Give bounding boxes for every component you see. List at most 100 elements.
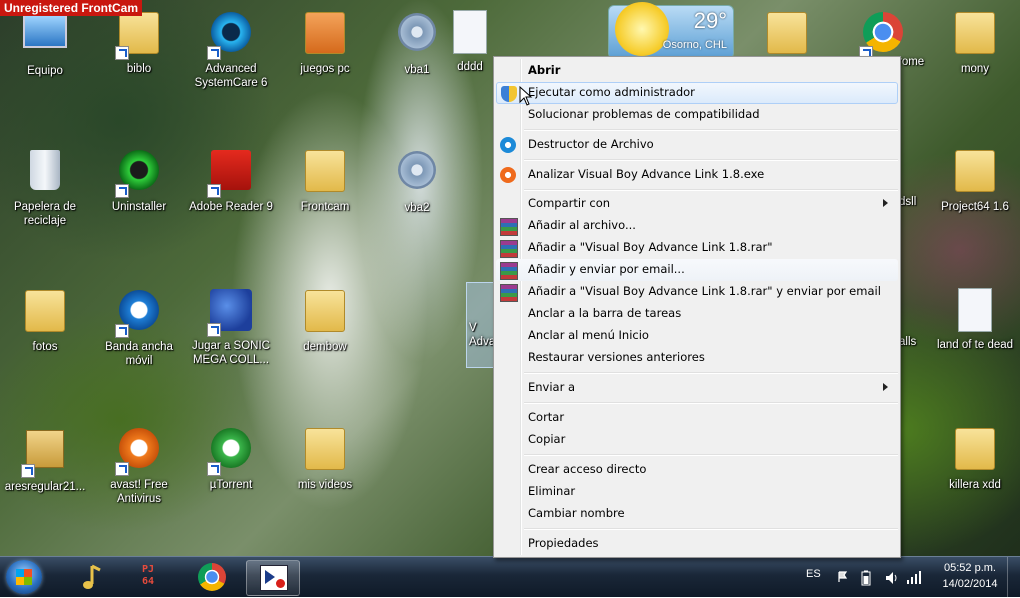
taskbar-app-frontcam[interactable] (246, 560, 300, 596)
menu-item-cambiar-nombre[interactable]: Cambiar nombre (496, 503, 898, 525)
mouse-cursor-icon (519, 86, 533, 106)
menu-separator (524, 159, 898, 161)
action-center-flag-icon[interactable] (838, 571, 848, 583)
desktop-icon-banda-ancha[interactable]: Banda ancha móvil (96, 286, 182, 368)
context-menu: Abrir Ejecutar como administrador Soluci… (493, 56, 901, 558)
document-icon (951, 288, 999, 336)
desktop-icon-vba2[interactable]: vba2 (374, 146, 460, 215)
desktop-icon-dsll-label: dsll (899, 196, 917, 208)
folder-icon (21, 290, 69, 338)
menu-item-enviar-a[interactable]: Enviar a (496, 377, 898, 399)
desktop-icon-equipo[interactable]: Equipo (2, 8, 88, 78)
folder-icon (301, 428, 349, 476)
submenu-arrow-icon (883, 383, 888, 391)
winrar-icon (500, 262, 518, 280)
ccleaner-icon (500, 137, 516, 153)
desktop-icon-biblo[interactable]: biblo (96, 8, 182, 76)
desktop-icon-chrome-label: rome (898, 56, 925, 68)
desktop-icon-dddd[interactable]: dddd (440, 8, 500, 74)
browser-e-icon (115, 290, 163, 338)
sun-icon (615, 2, 669, 56)
desktop-icon-mony[interactable]: mony (932, 8, 1018, 76)
document-icon (446, 10, 494, 58)
desktop-icon-utorrent[interactable]: µTorrent (188, 424, 274, 492)
desktop-icon-dembow[interactable]: dembow (282, 286, 368, 354)
menu-item-abrir[interactable]: Abrir (496, 60, 898, 82)
winrar-icon (500, 240, 518, 258)
settings-file-icon (393, 13, 441, 61)
frontcam-icon (260, 565, 288, 591)
menu-item-propiedades[interactable]: Propiedades (496, 533, 898, 555)
show-desktop-button[interactable] (1007, 557, 1020, 597)
menu-item-copiar[interactable]: Copiar (496, 429, 898, 451)
music-note-icon (83, 564, 101, 589)
weather-city: Osorno, CHL (662, 39, 727, 51)
volume-icon[interactable] (884, 570, 900, 586)
clock-date[interactable]: 14/02/2014 (938, 578, 1002, 590)
language-indicator[interactable]: ES (806, 568, 821, 580)
desktop-icon-land-of-te-dead[interactable]: land of te dead (932, 286, 1018, 352)
menu-item-eliminar[interactable]: Eliminar (496, 481, 898, 503)
chrome-icon (198, 563, 226, 591)
start-button[interactable] (6, 560, 42, 594)
chrome-icon (859, 12, 907, 60)
desktop-icon-folder-top[interactable] (744, 8, 830, 60)
taskbar: PJ 64 ES 05:52 p.m. 14/02/2014 (0, 556, 1020, 597)
folder-icon (301, 290, 349, 338)
desktop-icon-advanced-systemcare[interactable]: Advanced SystemCare 6 (188, 8, 274, 90)
desktop-icon-adobe-reader[interactable]: Adobe Reader 9 (188, 146, 274, 214)
weather-gadget[interactable]: 29° Osorno, CHL (608, 2, 734, 59)
menu-item-crear-acceso-directo[interactable]: Crear acceso directo (496, 459, 898, 481)
taskbar-app-project64[interactable]: PJ 64 (122, 560, 174, 594)
menu-separator (524, 129, 898, 131)
menu-separator (524, 528, 898, 530)
menu-item-cortar[interactable]: Cortar (496, 407, 898, 429)
taskbar-app-winamp[interactable] (66, 560, 118, 594)
desktop-icon-mis-videos[interactable]: mis videos (282, 424, 368, 492)
desktop-icon-sonic[interactable]: Jugar a SONIC MEGA COLL... (188, 286, 274, 367)
menu-item-anclar-menu-inicio[interactable]: Anclar al menú Inicio (496, 325, 898, 347)
menu-item-analizar[interactable]: Analizar Visual Boy Advance Link 1.8.exe (496, 164, 898, 186)
folder-icon (951, 428, 999, 476)
uac-shield-icon (501, 86, 517, 102)
winrar-icon (500, 284, 518, 302)
folder-icon (951, 150, 999, 198)
desktop-icon-project64[interactable]: Project64 1.6 (932, 146, 1018, 214)
clock-time[interactable]: 05:52 p.m. (938, 562, 1002, 574)
menu-item-destructor-de-archivo[interactable]: Destructor de Archivo (496, 134, 898, 156)
desktop-icon-frontcam[interactable]: Frontcam (282, 146, 368, 214)
menu-separator (524, 372, 898, 374)
uninstaller-icon (115, 150, 163, 198)
menu-item-restaurar-versiones[interactable]: Restaurar versiones anteriores (496, 347, 898, 369)
menu-item-anadir-a-rar[interactable]: Añadir a "Visual Boy Advance Link 1.8.ra… (496, 237, 898, 259)
menu-item-anadir-y-enviar[interactable]: Añadir y enviar por email... (496, 259, 898, 281)
network-signal-icon[interactable] (906, 569, 922, 585)
winrar-icon (500, 218, 518, 236)
menu-separator (524, 454, 898, 456)
desktop-icon-fotos[interactable]: fotos (2, 286, 88, 354)
project64-icon: PJ 64 (141, 564, 155, 587)
desktop-icon-uninstaller[interactable]: Uninstaller (96, 146, 182, 214)
desktop-icon-killera-xdd[interactable]: killera xdd (932, 424, 1018, 492)
computer-icon (21, 14, 69, 62)
sonic-icon (207, 289, 255, 337)
desktop-icon-recycle-bin[interactable]: Papelera de reciclaje (2, 146, 88, 228)
desktop-icon-juegos-pc[interactable]: juegos pc (282, 8, 368, 76)
watermark-label: Unregistered FrontCam (0, 0, 143, 16)
settings-file-icon (393, 151, 441, 199)
desktop-icon-visual-boy-advance-selected[interactable]: V Adva (466, 282, 496, 368)
library-folder-icon (115, 12, 163, 60)
menu-item-ejecutar-como-administrador[interactable]: Ejecutar como administrador (496, 82, 898, 104)
taskbar-app-chrome[interactable] (186, 560, 238, 594)
weather-temperature: 29° (693, 8, 727, 33)
menu-item-anadir-al-archivo[interactable]: Añadir al archivo... (496, 215, 898, 237)
installer-box-icon (21, 430, 69, 478)
menu-item-solucionar-compatibilidad[interactable]: Solucionar problemas de compatibilidad (496, 104, 898, 126)
menu-item-anclar-barra-tareas[interactable]: Anclar a la barra de tareas (496, 303, 898, 325)
battery-icon[interactable] (860, 570, 872, 586)
desktop-icon-avast[interactable]: avast! Free Antivirus (96, 424, 182, 506)
desktop-icon-aresregular[interactable]: aresregular21... (2, 424, 88, 494)
menu-item-anadir-a-rar-y-enviar[interactable]: Añadir a "Visual Boy Advance Link 1.8.ra… (496, 281, 898, 303)
desktop-icon-chrome[interactable] (840, 8, 926, 60)
menu-item-compartir-con[interactable]: Compartir con (496, 193, 898, 215)
